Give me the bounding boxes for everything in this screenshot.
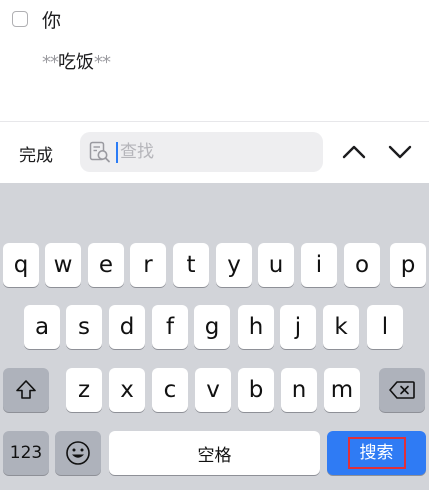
key-r[interactable]: r (130, 243, 166, 287)
key-t[interactable]: t (173, 243, 209, 287)
key-e[interactable]: e (88, 243, 124, 287)
chevron-up-icon[interactable] (339, 137, 369, 167)
key-x[interactable]: x (109, 368, 145, 412)
key-u[interactable]: u (258, 243, 294, 287)
key-q[interactable]: q (3, 243, 39, 287)
shift-icon (16, 380, 36, 399)
key-o[interactable]: o (344, 243, 380, 287)
shift-key[interactable] (3, 368, 49, 412)
key-a[interactable]: a (24, 305, 60, 349)
search-key[interactable]: 搜索 (327, 431, 426, 475)
find-search-input[interactable] (120, 132, 315, 172)
space-key[interactable]: 空格 (109, 431, 320, 475)
key-d[interactable]: d (109, 305, 145, 349)
key-n[interactable]: n (281, 368, 317, 412)
search-key-label: 搜索 (347, 437, 406, 469)
emoji-icon (66, 441, 90, 465)
key-p[interactable]: p (390, 243, 426, 287)
markdown-bold-marker-open: ** (42, 52, 59, 73)
key-b[interactable]: b (238, 368, 274, 412)
key-s[interactable]: s (66, 305, 102, 349)
find-search-box[interactable] (80, 132, 323, 172)
done-button[interactable]: 完成 (19, 141, 53, 166)
note-body-text: 吃饭 (58, 52, 94, 73)
text-caret (116, 142, 118, 163)
key-i[interactable]: i (301, 243, 337, 287)
emoji-key[interactable] (55, 431, 101, 475)
key-g[interactable]: g (194, 305, 230, 349)
delete-icon (389, 381, 415, 399)
key-z[interactable]: z (66, 368, 102, 412)
numbers-key[interactable]: 123 (3, 431, 49, 475)
key-c[interactable]: c (152, 368, 188, 412)
keyboard: q w e r t y u i o p a s d f g h j k l z … (0, 183, 429, 490)
note-content: 你 **吃饭** (0, 0, 429, 120)
note-body-line[interactable]: **吃饭** (42, 48, 111, 74)
delete-key[interactable] (379, 368, 425, 412)
key-m[interactable]: m (324, 368, 360, 412)
key-f[interactable]: f (152, 305, 188, 349)
checklist-checkbox[interactable] (12, 11, 28, 27)
checklist-item-text[interactable]: 你 (42, 6, 61, 33)
find-in-page-icon (89, 141, 110, 163)
key-w[interactable]: w (45, 243, 81, 287)
key-h[interactable]: h (238, 305, 274, 349)
find-bar: 完成 (0, 121, 429, 183)
key-l[interactable]: l (367, 305, 403, 349)
chevron-down-icon[interactable] (385, 137, 415, 167)
key-k[interactable]: k (323, 305, 359, 349)
key-y[interactable]: y (216, 243, 252, 287)
key-j[interactable]: j (280, 305, 316, 349)
markdown-bold-marker-close: ** (94, 52, 111, 73)
key-v[interactable]: v (195, 368, 231, 412)
